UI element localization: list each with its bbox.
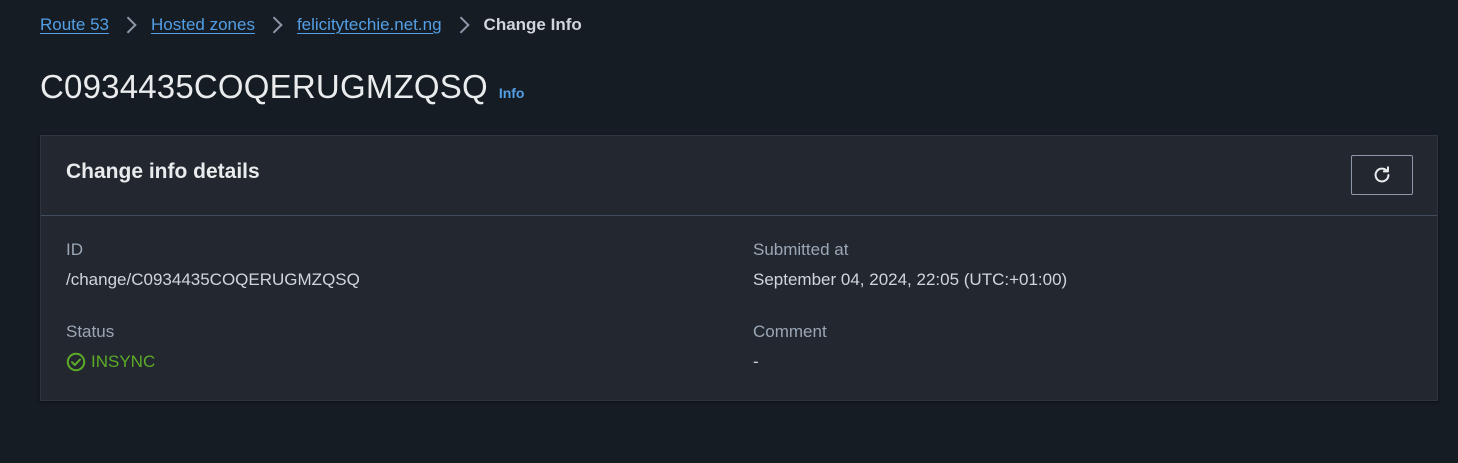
check-circle-icon <box>66 352 86 372</box>
panel-title: Change info details <box>66 160 260 183</box>
breadcrumb-link-route53[interactable]: Route 53 <box>40 15 109 35</box>
field-submitted-at-label: Submitted at <box>753 240 849 259</box>
refresh-icon <box>1371 164 1393 186</box>
page: Route 53 Hosted zones felicitytechie.net… <box>0 0 1458 463</box>
status-indicator: INSYNC <box>66 351 155 373</box>
page-header: C0934435COQERUGMZQSQ Info <box>40 66 524 108</box>
breadcrumb: Route 53 Hosted zones felicitytechie.net… <box>40 14 582 36</box>
field-status-label: Status <box>66 322 115 341</box>
field-id-label: ID <box>66 240 83 259</box>
field-submitted-at-value: September 04, 2024, 22:05 (UTC:+01:00) <box>753 270 1068 289</box>
field-status: Status INSYNC <box>66 321 155 373</box>
breadcrumb-link-hosted-zone[interactable]: felicitytechie.net.ng <box>297 15 442 35</box>
page-title: C0934435COQERUGMZQSQ <box>40 68 488 105</box>
change-info-panel: Change info details ID /change/C0934435C… <box>40 135 1438 401</box>
field-comment-label: Comment <box>753 322 827 341</box>
breadcrumb-link-hosted-zones[interactable]: Hosted zones <box>151 15 255 35</box>
breadcrumb-current: Change Info <box>483 15 582 34</box>
field-comment: Comment - <box>753 321 827 373</box>
field-comment-value: - <box>753 352 759 371</box>
panel-header: Change info details <box>41 136 1437 216</box>
field-submitted-at: Submitted at September 04, 2024, 22:05 (… <box>753 239 1067 291</box>
chevron-right-icon <box>119 16 137 34</box>
info-link[interactable]: Info <box>499 85 525 101</box>
field-id: ID /change/C0934435COQERUGMZQSQ <box>66 239 360 291</box>
status-value: INSYNC <box>91 352 156 371</box>
field-id-value: /change/C0934435COQERUGMZQSQ <box>66 270 360 289</box>
chevron-right-icon <box>265 16 283 34</box>
chevron-right-icon <box>452 16 470 34</box>
refresh-button[interactable] <box>1351 155 1413 195</box>
